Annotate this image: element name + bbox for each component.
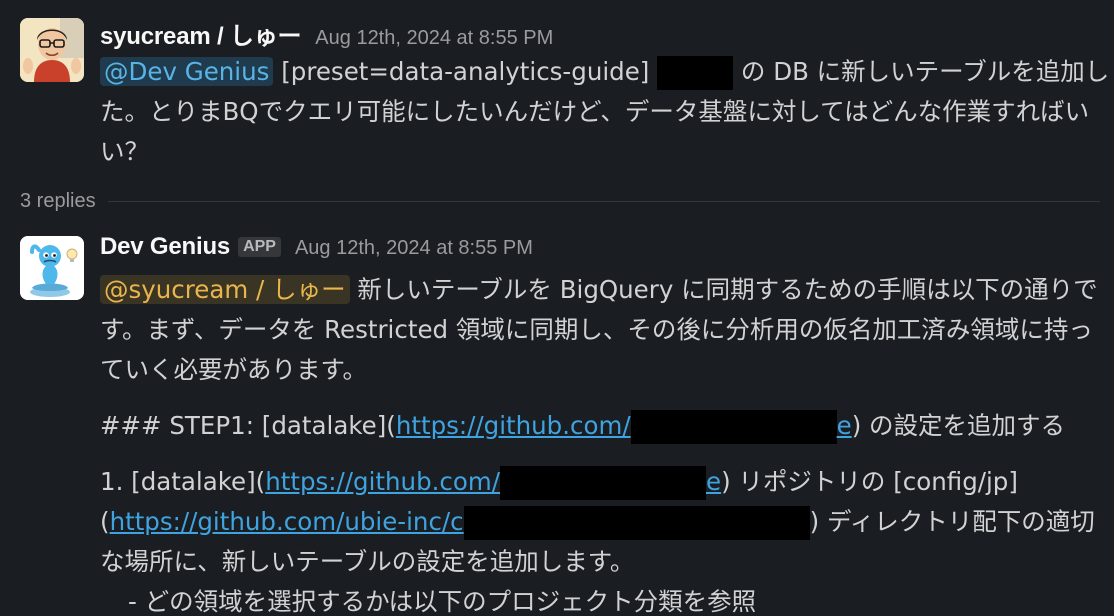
message-text: @Dev Genius [preset=data-analytics-guide…	[100, 52, 1112, 172]
item-prefix: 1. [datalake](	[100, 467, 266, 496]
redacted-block	[630, 410, 837, 444]
avatar-syucream[interactable]	[20, 18, 84, 82]
author-name[interactable]: syucream / しゅー	[100, 16, 301, 51]
redacted-block	[500, 466, 706, 500]
item-link[interactable]: https://github.com/e	[265, 466, 722, 500]
mention-dev-genius[interactable]: @Dev Genius	[100, 57, 274, 86]
step-suffix: ) の設定を追加する	[851, 411, 1066, 440]
step-prefix: ### STEP1: [datalake](	[100, 411, 396, 440]
genie-bot-icon	[20, 236, 84, 300]
list-bullet: - どの領域を選択するかは以下のプロジェクト分類を参照	[128, 587, 757, 616]
replies-count[interactable]: 3 replies	[20, 190, 96, 213]
mention-syucream[interactable]: @syucream / しゅー	[100, 275, 350, 304]
app-badge: APP	[238, 237, 281, 257]
item-link-text: https://github.com/	[265, 467, 500, 496]
thread-replies-divider: 3 replies	[20, 190, 1100, 213]
message-header: Dev Genius APP Aug 12th, 2024 at 8:55 PM	[100, 233, 533, 261]
step-heading: ### STEP1: [datalake](https://github.com…	[100, 406, 1112, 446]
redacted-block	[463, 506, 810, 540]
item-mid: ) リポジトリの [config/jp]	[721, 467, 1018, 496]
item-link-tail: e	[706, 467, 722, 496]
step-link-tail: e	[836, 411, 852, 440]
list-item: 1. [datalake](https://github.com/e) リポジト…	[100, 462, 1112, 582]
message-timestamp[interactable]: Aug 12th, 2024 at 8:55 PM	[315, 27, 553, 50]
config-link[interactable]: https://github.com/ubie-inc/c	[109, 506, 810, 540]
redacted-block	[657, 56, 734, 90]
user-avatar-icon	[20, 18, 84, 82]
message-timestamp[interactable]: Aug 12th, 2024 at 8:55 PM	[295, 237, 533, 260]
author-name[interactable]: Dev Genius	[100, 233, 230, 261]
avatar-dev-genius[interactable]	[20, 236, 84, 300]
thread-view: syucream / しゅー Aug 12th, 2024 at 8:55 PM…	[0, 0, 1114, 616]
config-link-text: https://github.com/ubie-inc/c	[109, 507, 464, 536]
divider-line	[107, 201, 1100, 202]
message-header: syucream / しゅー Aug 12th, 2024 at 8:55 PM	[100, 16, 553, 51]
message-intro: @syucream / しゅー 新しいテーブルを BigQuery に同期するた…	[100, 270, 1112, 390]
message-body: @syucream / しゅー 新しいテーブルを BigQuery に同期するた…	[100, 270, 1112, 616]
message-text-a: [preset=data-analytics-guide]	[273, 57, 658, 86]
step-link[interactable]: https://github.com/e	[395, 410, 852, 444]
step-link-text: https://github.com/	[395, 411, 631, 440]
item-open: (	[100, 507, 110, 536]
message-body: @Dev Genius [preset=data-analytics-guide…	[100, 52, 1112, 172]
